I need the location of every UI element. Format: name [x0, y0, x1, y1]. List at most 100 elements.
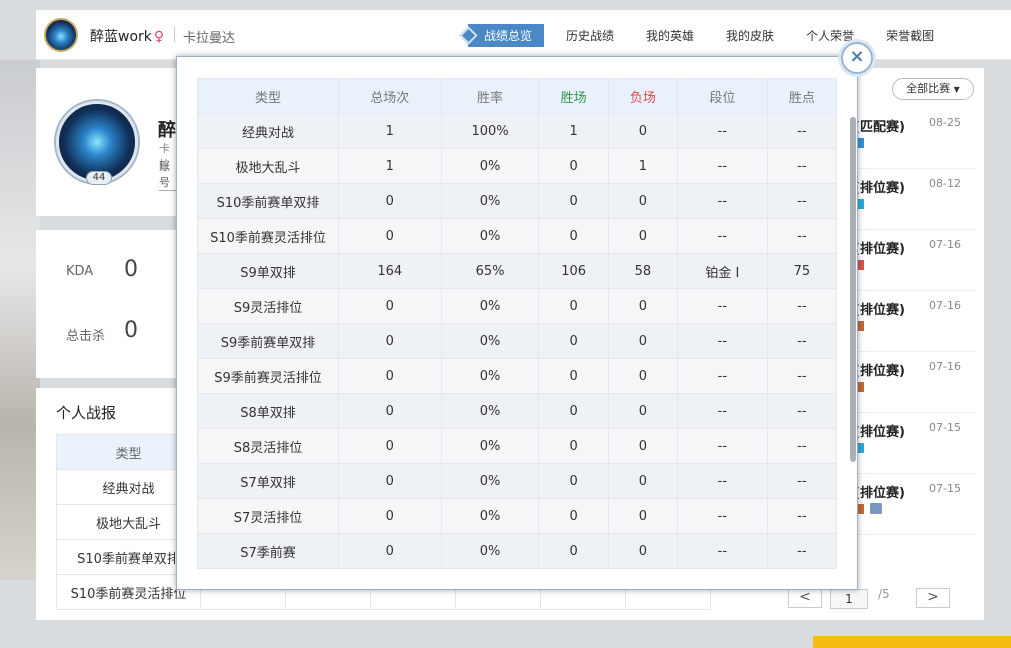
table-row: S9季前赛单双排 0 0% 0 0 -- -- [197, 323, 838, 359]
row-type: 经典对战 [197, 113, 339, 149]
table-cell: 铂金 Ⅰ [677, 253, 768, 289]
table-cell: 0 [607, 533, 679, 569]
column-header-losses: 负场 [607, 78, 679, 114]
tab-heroes[interactable]: 我的英雄 [636, 24, 704, 47]
column-header-tier: 段位 [677, 78, 768, 114]
chevron-down-icon: ▼ [953, 85, 960, 94]
table-cell: 0 [538, 218, 609, 254]
match-mode: (排位赛) [854, 486, 905, 501]
female-icon: ♀ [153, 29, 165, 45]
table-cell: -- [677, 393, 768, 429]
table-cell: 0 [538, 463, 609, 499]
table-cell: -- [677, 323, 768, 359]
row-type: S9季前赛灵活排位 [197, 358, 339, 394]
match-mode: (匹配赛) [854, 120, 905, 135]
table-cell: -- [766, 113, 838, 149]
table-cell: 0 [338, 183, 442, 219]
table-cell: 0% [440, 323, 540, 359]
match-date: 07-16 [929, 299, 961, 312]
table-cell: -- [677, 428, 768, 464]
close-modal-button[interactable]: × [841, 42, 873, 74]
table-cell: 0 [607, 358, 679, 394]
row-type: S9单双排 [197, 253, 339, 289]
bottom-banner[interactable] [813, 636, 1011, 648]
next-page-button[interactable]: > [916, 588, 950, 608]
table-cell: 0 [538, 288, 609, 324]
table-cell: 0 [538, 323, 609, 359]
table-cell: 0 [538, 428, 609, 464]
table-cell: 0% [440, 218, 540, 254]
table-cell: 0% [440, 358, 540, 394]
screenshot-icon[interactable] [870, 503, 882, 514]
row-type: S10季前赛灵活排位 [197, 218, 339, 254]
table-cell: 1 [338, 148, 442, 184]
table-cell: -- [766, 288, 838, 324]
prev-page-button[interactable]: < [788, 588, 822, 608]
kda-value: 0 [124, 257, 138, 282]
table-cell: 0 [338, 533, 442, 569]
table-row: 极地大乱斗 1 0% 0 1 -- -- [197, 148, 838, 184]
table-cell: 0 [607, 323, 679, 359]
table-cell: -- [677, 498, 768, 534]
username: 醉蓝work ♀ [90, 26, 164, 46]
table-cell: 0 [607, 218, 679, 254]
table-cell: 0% [440, 183, 540, 219]
tab-skins[interactable]: 我的皮肤 [716, 24, 784, 47]
table-row: S10季前赛单双排 0 0% 0 0 -- -- [197, 183, 838, 219]
table-row: S8灵活排位 0 0% 0 0 -- -- [197, 428, 838, 464]
modal-scrollbar[interactable] [850, 117, 856, 462]
table-cell: 0 [538, 183, 609, 219]
header-avatar[interactable] [44, 18, 78, 52]
table-row: S8单双排 0 0% 0 0 -- -- [197, 393, 838, 429]
table-cell: 0 [607, 428, 679, 464]
column-header-winrate: 胜率 [440, 78, 540, 114]
match-filter-dropdown[interactable]: 全部比赛 ▼ [892, 78, 974, 100]
match-mode: (排位赛) [854, 303, 905, 318]
username-text: 醉蓝work [90, 29, 152, 45]
profile-account-link[interactable]: 账号 [159, 158, 176, 191]
table-cell: 0 [338, 218, 442, 254]
page-input[interactable]: 1 [830, 589, 868, 609]
table-cell: -- [766, 183, 838, 219]
match-date: 07-15 [929, 421, 961, 434]
tab-overview[interactable]: 战绩总览 [468, 24, 545, 47]
table-cell: 0 [338, 463, 442, 499]
table-cell: 0 [538, 533, 609, 569]
header-divider [174, 26, 175, 42]
table-cell: 0 [607, 113, 679, 149]
match-mode: (排位赛) [854, 181, 905, 196]
table-cell: -- [677, 218, 768, 254]
tab-history[interactable]: 历史战绩 [556, 24, 624, 47]
table-cell: -- [677, 358, 768, 394]
tab-screenshots[interactable]: 荣誉截图 [876, 24, 944, 47]
level-badge: 44 [86, 171, 112, 185]
kills-label: 总击杀 [66, 329, 106, 344]
table-cell: 0 [338, 288, 442, 324]
table-row: S7单双排 0 0% 0 0 -- -- [197, 463, 838, 499]
table-row: S9单双排 164 65% 106 58 铂金 Ⅰ 75 [197, 253, 838, 289]
table-cell: -- [677, 113, 768, 149]
table-cell: 0 [607, 463, 679, 499]
column-header-type: 类型 [197, 78, 339, 114]
table-cell: 0 [607, 183, 679, 219]
table-cell: -- [766, 358, 838, 394]
table-cell: 75 [766, 253, 838, 289]
table-row: S9季前赛灵活排位 0 0% 0 0 -- -- [197, 358, 838, 394]
kills-value: 0 [124, 318, 138, 343]
background-art [0, 60, 40, 580]
table-cell: 0% [440, 148, 540, 184]
table-cell: 0% [440, 533, 540, 569]
close-icon: × [849, 46, 865, 67]
profile-name: 醉 [158, 120, 176, 141]
table-cell: -- [766, 218, 838, 254]
match-date: 08-25 [929, 116, 961, 129]
server-name: 卡拉曼达 [183, 31, 236, 46]
column-header-total: 总场次 [338, 78, 442, 114]
table-cell: 1 [538, 113, 609, 149]
match-mode: (排位赛) [854, 364, 905, 379]
row-type: S9灵活排位 [197, 288, 339, 324]
table-cell: 65% [440, 253, 540, 289]
table-cell: -- [766, 323, 838, 359]
table-row: S7季前赛 0 0% 0 0 -- -- [197, 533, 838, 569]
table-cell: 164 [338, 253, 442, 289]
